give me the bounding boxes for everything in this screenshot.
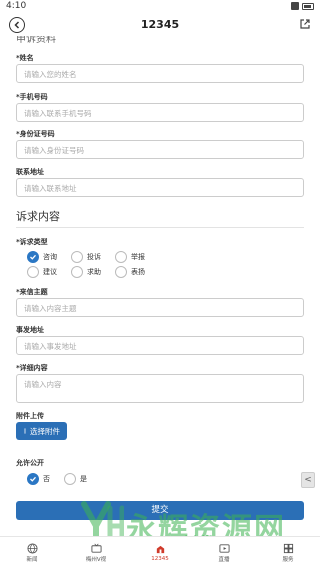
nav-label: 新闻 bbox=[26, 557, 38, 563]
section-divider bbox=[16, 227, 304, 228]
public-label: 允许公开 bbox=[16, 459, 44, 467]
public-option-no[interactable]: 否 bbox=[27, 473, 50, 485]
type-option-complain[interactable]: 投诉 bbox=[71, 251, 101, 263]
type-option-consult[interactable]: 咨询 bbox=[27, 251, 57, 263]
radio-unchecked-icon bbox=[115, 251, 127, 263]
nav-label: 直播 bbox=[218, 557, 230, 563]
type-option-praise[interactable]: 表扬 bbox=[115, 266, 145, 278]
status-icons bbox=[291, 2, 314, 10]
type-option-label: 举报 bbox=[131, 253, 145, 261]
select-attachment-label: 选择附件 bbox=[30, 426, 60, 436]
bottom-nav: 新闻 梅州V视 12345 直播 服务 bbox=[0, 536, 320, 569]
hotline-icon bbox=[156, 545, 164, 554]
live-icon bbox=[218, 544, 230, 553]
public-option-yes[interactable]: 是 bbox=[64, 473, 87, 485]
select-attachment-button[interactable]: 选择附件 bbox=[16, 422, 67, 440]
type-option-label: 建议 bbox=[43, 268, 57, 276]
nav-item-live[interactable]: 直播 bbox=[192, 537, 256, 569]
type-option-help[interactable]: 求助 bbox=[71, 266, 101, 278]
nav-label: 服务 bbox=[282, 557, 294, 563]
side-collapse-button[interactable]: < bbox=[301, 472, 315, 488]
battery-icon bbox=[302, 2, 314, 10]
detail-label: *详细内容 bbox=[16, 364, 48, 372]
type-option-label: 咨询 bbox=[43, 253, 57, 261]
share-icon[interactable] bbox=[299, 18, 311, 30]
nav-item-video[interactable]: 梅州V视 bbox=[64, 537, 128, 569]
page-title: 12345 bbox=[140, 18, 180, 31]
status-time: 4:10 bbox=[6, 1, 27, 11]
radio-checked-icon bbox=[27, 473, 39, 485]
nav-item-service[interactable]: 服务 bbox=[256, 537, 320, 569]
type-option-label: 表扬 bbox=[131, 268, 145, 276]
submit-button[interactable]: 提交 bbox=[16, 501, 304, 520]
address-input[interactable]: 请输入联系地址 bbox=[16, 178, 304, 197]
type-option-label: 投诉 bbox=[87, 253, 101, 261]
id-number-input[interactable]: 请输入身份证号码 bbox=[16, 140, 304, 159]
title-bar: 12345 bbox=[0, 14, 320, 36]
nav-label: 12345 bbox=[151, 556, 169, 562]
location-input[interactable]: 请输入事发地址 bbox=[16, 336, 304, 355]
id-label: *身份证号码 bbox=[16, 130, 55, 138]
radio-unchecked-icon bbox=[64, 473, 76, 485]
radio-checked-icon bbox=[27, 251, 39, 263]
radio-unchecked-icon bbox=[71, 266, 83, 278]
radio-unchecked-icon bbox=[115, 266, 127, 278]
type-option-report[interactable]: 举报 bbox=[115, 251, 145, 263]
phone-input[interactable]: 请输入联系手机号码 bbox=[16, 103, 304, 122]
public-option-label: 否 bbox=[43, 475, 50, 483]
phone-label: *手机号码 bbox=[16, 93, 48, 101]
public-option-label: 是 bbox=[80, 475, 87, 483]
globe-icon bbox=[26, 543, 38, 554]
nav-label: 梅州V视 bbox=[85, 557, 107, 563]
section-title-personal: 申诉资料 bbox=[16, 36, 56, 45]
service-icon bbox=[283, 543, 293, 554]
attachment-label: 附件上传 bbox=[16, 412, 44, 420]
name-input[interactable]: 请输入您的姓名 bbox=[16, 64, 304, 83]
type-option-suggest[interactable]: 建议 bbox=[27, 266, 57, 278]
tv-icon bbox=[90, 543, 102, 553]
complaint-form: 申诉资料 *姓名 请输入您的姓名 *手机号码 请输入联系手机号码 *身份证号码 … bbox=[0, 36, 320, 536]
location-label: 事发地址 bbox=[16, 326, 44, 334]
address-label: 联系地址 bbox=[16, 168, 44, 176]
status-bar: 4:10 bbox=[0, 0, 320, 14]
type-label: *诉求类型 bbox=[16, 238, 48, 246]
name-label: *姓名 bbox=[16, 54, 34, 62]
paperclip-icon bbox=[24, 428, 26, 434]
radio-unchecked-icon bbox=[27, 266, 39, 278]
radio-unchecked-icon bbox=[71, 251, 83, 263]
subject-input[interactable]: 请输入内容主题 bbox=[16, 298, 304, 317]
subject-label: *来信主题 bbox=[16, 288, 48, 296]
nav-item-news[interactable]: 新闻 bbox=[0, 537, 64, 569]
nav-item-hotline[interactable]: 12345 bbox=[128, 537, 192, 569]
section-title-complaint: 诉求内容 bbox=[16, 210, 60, 223]
signal-icon bbox=[291, 2, 299, 10]
type-option-label: 求助 bbox=[87, 268, 101, 276]
detail-textarea[interactable]: 请输入内容 bbox=[16, 374, 304, 403]
